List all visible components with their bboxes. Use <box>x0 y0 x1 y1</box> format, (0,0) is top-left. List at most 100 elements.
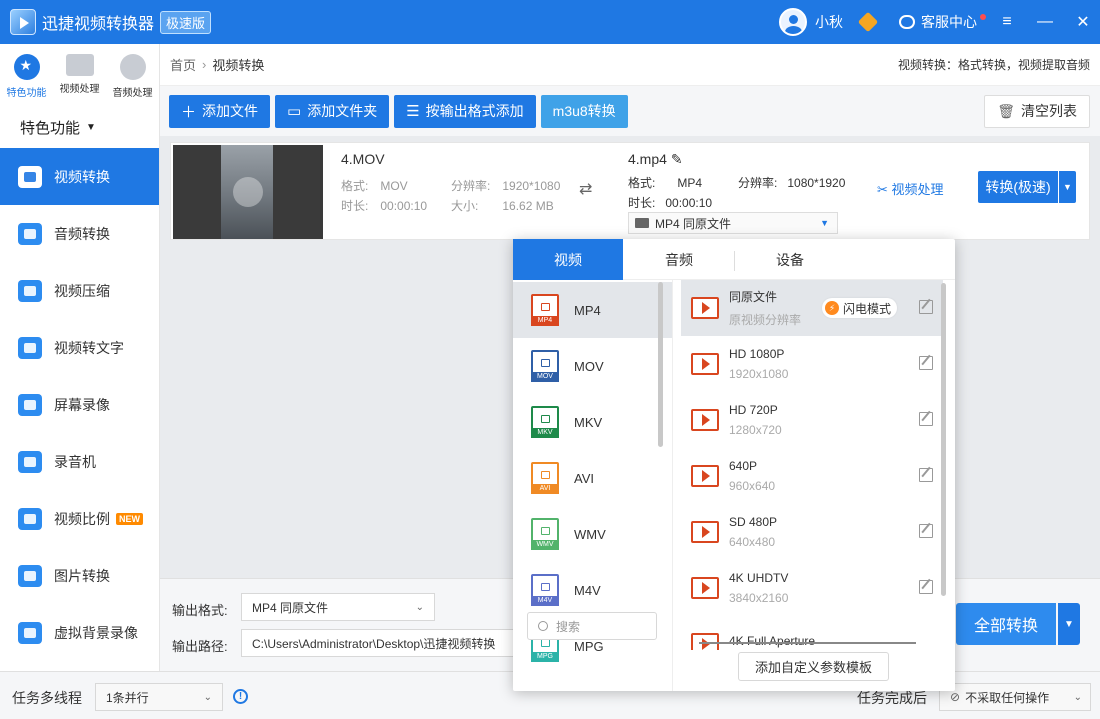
pencil-icon[interactable]: ✎ <box>671 151 683 167</box>
quality-resolution: 960x640 <box>729 479 776 493</box>
list-item[interactable]: 4.MOV 格式: MOV 分辨率: 1920*1080 时长: 00:00:10 大… <box>170 142 1090 240</box>
sidebar-item-screen-record[interactable]: 屏幕录像 <box>0 376 159 433</box>
add-file-button[interactable]: ＋ 添加文件 <box>169 94 271 128</box>
quality-resolution: 3840x2160 <box>729 591 789 605</box>
format-list-scrollbar[interactable] <box>658 282 663 447</box>
format-name: M4V <box>574 582 601 598</box>
quality-list-hscrollbar[interactable] <box>699 642 916 644</box>
tab-featured[interactable]: 特色功能 <box>0 44 53 106</box>
multithread-select[interactable]: 1条并行 ⌄ <box>95 683 223 711</box>
output-format-dropdown[interactable]: MP4 同原文件 ⌄ <box>241 593 435 621</box>
sidebar-item-label: 音频转换 <box>54 225 110 242</box>
output-format: 格式: MP4 <box>628 174 702 191</box>
section-title[interactable]: 特色功能 ▼ <box>0 106 159 148</box>
app-title: 迅捷视频转换器 <box>42 16 155 33</box>
edit-icon[interactable] <box>919 356 933 370</box>
quality-list-scrollbar[interactable] <box>941 283 946 596</box>
quality-text: HD 720P 1280x720 <box>729 403 782 437</box>
scissors-icon: ✂ <box>877 182 888 197</box>
no-action-icon: ⊘ <box>950 690 961 704</box>
service-center-button[interactable]: 客服中心 <box>899 12 986 32</box>
after-complete-select[interactable]: ⊘ 不采取任何操作 ⌄ <box>939 683 1091 711</box>
tab-video[interactable]: 视频 <box>513 239 623 280</box>
clear-list-button[interactable]: 🗑 清空列表 <box>984 94 1090 128</box>
camera-glyph <box>541 527 550 535</box>
quality-item[interactable]: 4K UHDTV 3840x2160 <box>681 560 943 616</box>
format-search-input[interactable]: 搜索 <box>527 612 657 640</box>
format-item-mkv[interactable]: MKV MKV <box>513 394 672 450</box>
format-icon-label: MPG <box>531 652 559 662</box>
quality-item[interactable]: 同原文件 原视频分辨率 ⚡ 闪电模式 <box>681 280 943 336</box>
quality-item[interactable]: 4K Full Aperture <box>681 616 943 650</box>
convert-button[interactable]: 转换(极速) <box>978 171 1058 203</box>
edit-icon[interactable] <box>919 524 933 538</box>
sidebar-item-label: 视频比例 <box>54 510 110 527</box>
sidebar-item-audio-convert[interactable]: 音频转换 <box>0 205 159 262</box>
sidebar-item-recorder[interactable]: 录音机 <box>0 433 159 490</box>
sidebar-item-image-convert[interactable]: 图片转换 <box>0 547 159 604</box>
quality-item[interactable]: 640P 960x640 <box>681 448 943 504</box>
user-avatar[interactable] <box>779 8 807 36</box>
quality-item[interactable]: HD 720P 1280x720 <box>681 392 943 448</box>
edit-icon[interactable] <box>919 300 933 314</box>
format-item-mp4[interactable]: MP4 MP4 <box>513 282 672 338</box>
add-folder-button[interactable]: ▭ 添加文件夹 <box>275 94 390 128</box>
duration-value: 00:00:10 <box>380 199 428 213</box>
edit-icon[interactable] <box>919 468 933 482</box>
m3u8-button[interactable]: m3u8转换 <box>540 94 628 128</box>
output-filename[interactable]: 4.mp4 ✎ <box>628 151 683 168</box>
video-file-icon: MOV <box>531 350 559 382</box>
format-item-wmv[interactable]: WMV WMV <box>513 506 672 562</box>
tab-audio[interactable]: 音频 <box>624 239 734 280</box>
camera-glyph <box>541 303 550 311</box>
play-icon[interactable] <box>233 177 263 207</box>
add-by-format-button[interactable]: ☰ 按输出格式添加 <box>394 94 536 128</box>
video-file-icon: AVI <box>531 462 559 494</box>
chevron-down-icon: ⌄ <box>1073 691 1082 703</box>
quality-item[interactable]: HD 1080P 1920x1080 <box>681 336 943 392</box>
menu-icon[interactable]: ≡ <box>990 13 1024 31</box>
output-path-field[interactable]: C:\Users\Administrator\Desktop\迅捷视频转换 <box>241 629 531 657</box>
close-button[interactable]: ✕ <box>1066 12 1100 32</box>
quality-name: 4K Full Aperture <box>729 634 816 648</box>
minimize-button[interactable]: — <box>1028 13 1062 31</box>
info-icon[interactable]: ! <box>233 689 248 704</box>
sidebar-item-virtual-bg[interactable]: 虚拟背景录像 <box>0 604 159 661</box>
source-format: 格式: MOV <box>341 177 408 194</box>
convert-all-button[interactable]: 全部转换 <box>956 603 1056 645</box>
video-play-icon <box>691 353 719 375</box>
format-item-m4v[interactable]: M4V M4V <box>513 562 672 618</box>
quality-name: HD 1080P <box>729 347 785 361</box>
format-item-mov[interactable]: MOV MOV <box>513 338 672 394</box>
output-filename-text: 4.mp4 <box>628 151 667 167</box>
convert-dropdown-button[interactable]: ▼ <box>1059 171 1076 203</box>
quality-item[interactable]: SD 480P 640x480 <box>681 504 943 560</box>
sidebar-item-video-convert[interactable]: 视频转换 <box>0 148 159 205</box>
sidebar-item-video-compress[interactable]: 视频压缩 <box>0 262 159 319</box>
sidebar-item-video-ratio[interactable]: 视频比例 NEW <box>0 490 159 547</box>
sidebar-item-video-to-text[interactable]: 视频转文字 <box>0 319 159 376</box>
format-item-avi[interactable]: AVI AVI <box>513 450 672 506</box>
format-icon-label: MKV <box>531 428 559 438</box>
video-thumbnail[interactable] <box>173 145 323 239</box>
username[interactable]: 小秋 <box>815 12 843 32</box>
add-custom-template-button[interactable]: 添加自定义参数模板 <box>738 652 889 681</box>
video-process-link[interactable]: ✂ 视频处理 <box>877 179 944 198</box>
quality-resolution: 1920x1080 <box>729 367 789 381</box>
convert-all-dropdown[interactable]: ▼ <box>1058 603 1080 645</box>
edit-icon[interactable] <box>919 412 933 426</box>
tab-device[interactable]: 设备 <box>735 239 845 280</box>
vip-icon[interactable] <box>857 11 879 33</box>
m3u8-label: m3u8转换 <box>552 103 616 119</box>
breadcrumb-current: 视频转换 <box>212 58 265 73</box>
flash-mode-toggle[interactable]: ⚡ 闪电模式 <box>822 298 898 318</box>
tab-video-processing[interactable]: 视频处理 <box>53 44 106 106</box>
breadcrumb-home[interactable]: 首页 <box>170 55 196 74</box>
video-file-icon: MP4 <box>531 294 559 326</box>
caret-down-icon: ▼ <box>86 121 96 133</box>
edit-icon[interactable] <box>919 580 933 594</box>
notification-dot <box>980 14 986 20</box>
tab-audio-processing[interactable]: 音频处理 <box>106 44 159 106</box>
output-format-select[interactable]: MP4 同原文件 ▼ <box>628 212 838 234</box>
format-value: MP4 <box>677 176 703 190</box>
